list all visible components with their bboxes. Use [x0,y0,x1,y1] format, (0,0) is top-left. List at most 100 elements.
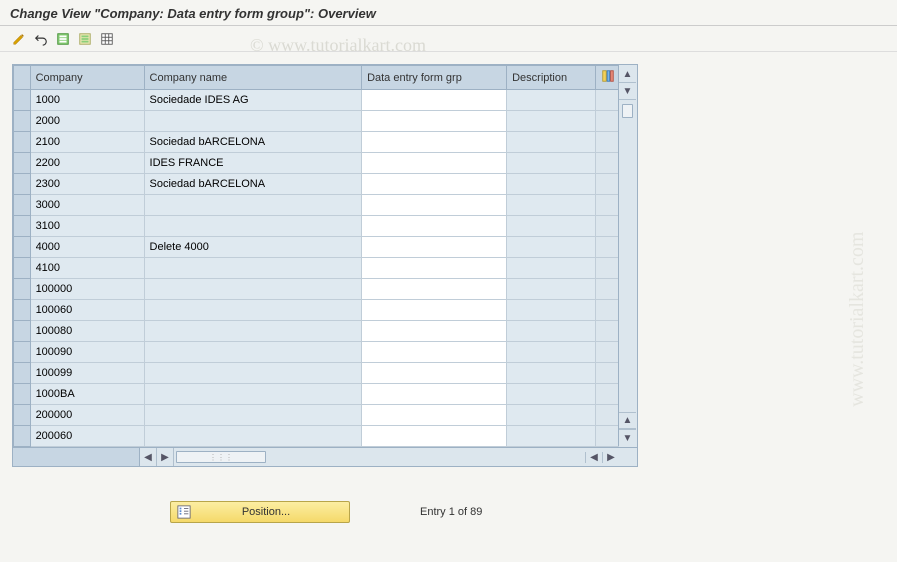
cell-description[interactable] [507,216,596,237]
row-selector[interactable] [14,384,31,405]
form-grp-input[interactable] [362,132,506,152]
company-input[interactable] [31,258,144,278]
cell-company[interactable] [30,195,144,216]
cell-form-grp[interactable] [362,384,507,405]
vscroll-thumb[interactable] [622,104,633,118]
cell-company[interactable] [30,258,144,279]
form-grp-input[interactable] [362,90,506,110]
form-grp-input[interactable] [362,174,506,194]
company-input[interactable] [31,132,144,152]
company-input[interactable] [31,90,144,110]
scroll-down-step-icon[interactable]: ▼ [619,83,636,100]
form-grp-input[interactable] [362,111,506,131]
cell-description[interactable] [507,90,596,111]
configure-columns-icon[interactable] [596,66,619,90]
cell-company-name[interactable] [144,174,362,195]
description-input[interactable] [507,111,595,131]
vscroll-track[interactable] [619,100,636,412]
cell-form-grp[interactable] [362,426,507,447]
row-selector[interactable] [14,363,31,384]
cell-form-grp[interactable] [362,300,507,321]
company-name-input[interactable] [145,258,362,278]
company-name-input[interactable] [145,363,362,383]
cell-description[interactable] [507,174,596,195]
form-grp-input[interactable] [362,153,506,173]
position-button[interactable]: Position... [170,501,350,523]
description-input[interactable] [507,279,595,299]
col-header-description[interactable]: Description [507,66,596,90]
company-name-input[interactable] [145,195,362,215]
cell-form-grp[interactable] [362,174,507,195]
company-name-input[interactable] [145,174,362,194]
cell-form-grp[interactable] [362,321,507,342]
row-selector[interactable] [14,342,31,363]
description-input[interactable] [507,321,595,341]
cell-company-name[interactable] [144,342,362,363]
description-input[interactable] [507,237,595,257]
scroll-down-icon[interactable]: ▼ [619,429,636,446]
row-selector[interactable] [14,279,31,300]
hscroll-thumb[interactable]: ⋮⋮⋮ [176,451,266,463]
company-input[interactable] [31,279,144,299]
row-selector[interactable] [14,321,31,342]
cell-company-name[interactable] [144,153,362,174]
cell-form-grp[interactable] [362,279,507,300]
description-input[interactable] [507,153,595,173]
table-settings-icon[interactable] [98,30,116,48]
cell-company[interactable] [30,342,144,363]
cell-description[interactable] [507,111,596,132]
cell-form-grp[interactable] [362,90,507,111]
company-name-input[interactable] [145,279,362,299]
cell-description[interactable] [507,237,596,258]
cell-company-name[interactable] [144,258,362,279]
row-selector[interactable] [14,426,31,447]
cell-form-grp[interactable] [362,195,507,216]
description-input[interactable] [507,405,595,425]
cell-company[interactable] [30,363,144,384]
description-input[interactable] [507,174,595,194]
cell-company[interactable] [30,111,144,132]
company-input[interactable] [31,405,144,425]
form-grp-input[interactable] [362,342,506,362]
row-selector[interactable] [14,405,31,426]
cell-description[interactable] [507,132,596,153]
cell-description[interactable] [507,300,596,321]
form-grp-input[interactable] [362,279,506,299]
description-input[interactable] [507,426,595,446]
cell-company[interactable] [30,321,144,342]
company-name-input[interactable] [145,237,362,257]
form-grp-input[interactable] [362,405,506,425]
description-input[interactable] [507,300,595,320]
row-selector[interactable] [14,111,31,132]
row-selector[interactable] [14,132,31,153]
row-selector[interactable] [14,90,31,111]
company-input[interactable] [31,384,144,404]
scroll-left-step-icon[interactable]: ◀ [585,452,602,463]
undo-icon[interactable] [32,30,50,48]
company-input[interactable] [31,111,144,131]
company-input[interactable] [31,342,144,362]
scroll-right-icon[interactable]: ▶ [602,452,619,463]
company-name-input[interactable] [145,132,362,152]
cell-company[interactable] [30,132,144,153]
company-name-input[interactable] [145,384,362,404]
description-input[interactable] [507,258,595,278]
form-grp-input[interactable] [362,384,506,404]
cell-company-name[interactable] [144,279,362,300]
row-selector[interactable] [14,153,31,174]
row-selector[interactable] [14,174,31,195]
company-name-input[interactable] [145,153,362,173]
scroll-right-step-icon[interactable]: ▶ [157,448,174,466]
cell-description[interactable] [507,153,596,174]
cell-company[interactable] [30,90,144,111]
horizontal-scrollbar[interactable]: ◀ ▶ ⋮⋮⋮ ◀ ▶ [13,447,637,466]
description-input[interactable] [507,132,595,152]
company-name-input[interactable] [145,111,362,131]
company-input[interactable] [31,174,144,194]
cell-description[interactable] [507,321,596,342]
cell-form-grp[interactable] [362,237,507,258]
cell-company-name[interactable] [144,111,362,132]
cell-description[interactable] [507,195,596,216]
description-input[interactable] [507,384,595,404]
select-all-icon[interactable] [54,30,72,48]
